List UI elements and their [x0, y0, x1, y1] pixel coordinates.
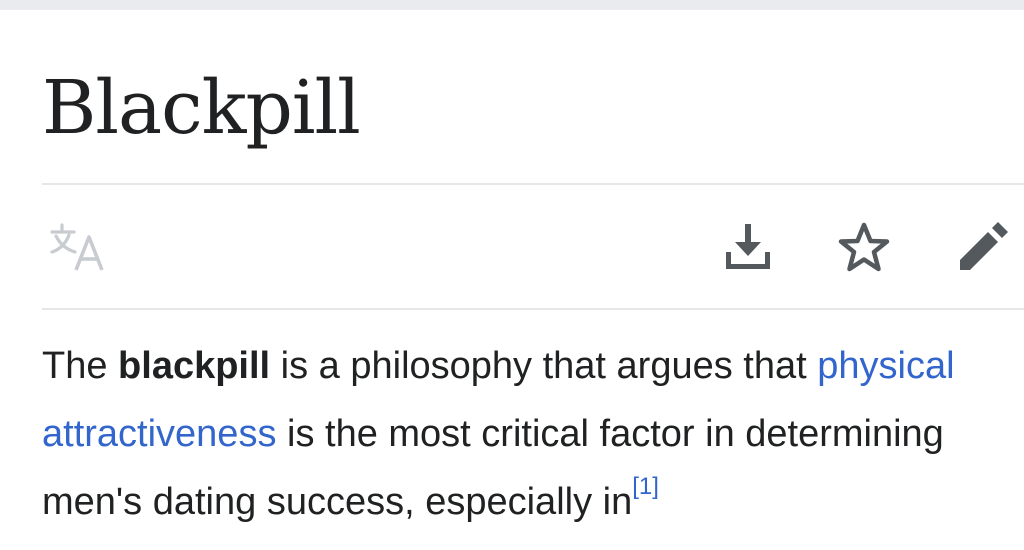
toolbar-divider [42, 308, 1024, 310]
lead-term: blackpill [118, 345, 271, 387]
lead-text-start: The [42, 345, 119, 387]
article-lead-paragraph: The blackpill is a philosophy that argue… [42, 332, 1002, 536]
status-bar-edge [0, 0, 1024, 10]
lead-text-middle: is a philosophy that argues that [270, 345, 818, 387]
title-divider [42, 183, 1024, 185]
star-icon[interactable] [836, 220, 892, 276]
download-icon[interactable] [720, 220, 776, 276]
translate-icon[interactable] [48, 222, 110, 274]
pencil-icon[interactable] [954, 220, 1010, 276]
citation-link[interactable]: [1] [632, 473, 659, 500]
page-title: Blackpill [42, 65, 361, 151]
